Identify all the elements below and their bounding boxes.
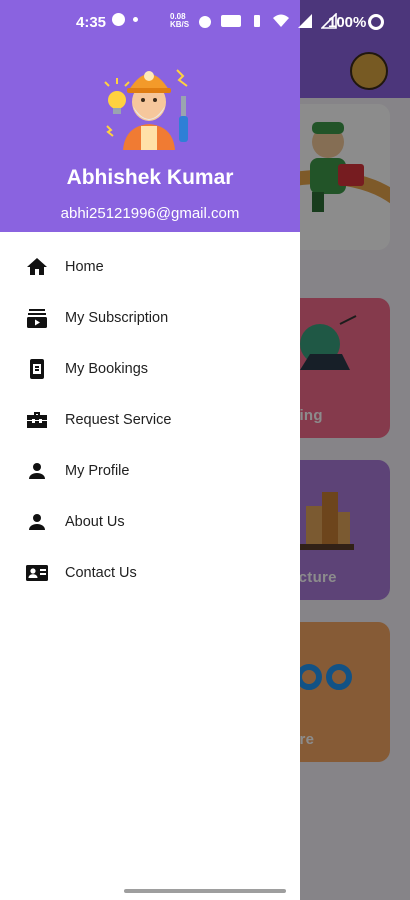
message-icon — [112, 13, 125, 26]
status-time: 4:35 — [76, 14, 107, 31]
menu-item-home[interactable]: Home — [0, 241, 300, 292]
home-icon — [25, 255, 49, 279]
menu-item-contact-us[interactable]: Contact Us — [0, 547, 300, 598]
person-icon — [25, 510, 49, 534]
home-indicator[interactable] — [124, 889, 286, 893]
vibrate-icon — [254, 15, 261, 27]
status-notification-icons — [112, 13, 138, 26]
person-icon — [25, 459, 49, 483]
battery-icon — [368, 14, 384, 30]
menu-item-my-bookings[interactable]: My Bookings — [0, 343, 300, 394]
menu-item-label: My Subscription — [65, 309, 169, 326]
engineer-avatar-illustration — [104, 69, 188, 150]
menu-item-my-profile[interactable]: My Profile — [0, 445, 300, 496]
menu-item-label: About Us — [65, 513, 125, 530]
menu-item-about-us[interactable]: About Us — [0, 496, 300, 547]
menu-item-label: Request Service — [65, 411, 172, 428]
user-name: Abhishek Kumar — [66, 166, 234, 189]
status-bar: 4:35 0.08 KB/S 100% — [0, 0, 410, 46]
contact-card-icon — [25, 561, 49, 585]
menu-item-label: My Bookings — [65, 360, 149, 377]
hd-icon — [221, 15, 242, 27]
drawer-menu: Home My Subscription My Bookings Request… — [0, 241, 300, 598]
navigation-drawer: Abhishek Kumar abhi25121996@gmail.com Ho… — [0, 0, 300, 900]
battery-level: 100% — [328, 14, 367, 31]
toolbox-icon — [25, 408, 49, 432]
menu-item-label: Home — [65, 258, 104, 275]
dot-icon — [133, 17, 138, 22]
user-email: abhi25121996@gmail.com — [60, 205, 240, 222]
menu-item-request-service[interactable]: Request Service — [0, 394, 300, 445]
alarm-icon — [199, 16, 212, 28]
subscriptions-icon — [25, 306, 49, 330]
wifi-icon — [273, 14, 290, 27]
signal-icon — [298, 14, 313, 28]
status-system-icons: 0.08 KB/S — [170, 13, 337, 29]
menu-item-label: Contact Us — [65, 564, 137, 581]
bookings-icon — [25, 357, 49, 381]
menu-item-my-subscription[interactable]: My Subscription — [0, 292, 300, 343]
network-speed: 0.08 KB/S — [170, 12, 190, 29]
menu-item-label: My Profile — [65, 462, 130, 479]
